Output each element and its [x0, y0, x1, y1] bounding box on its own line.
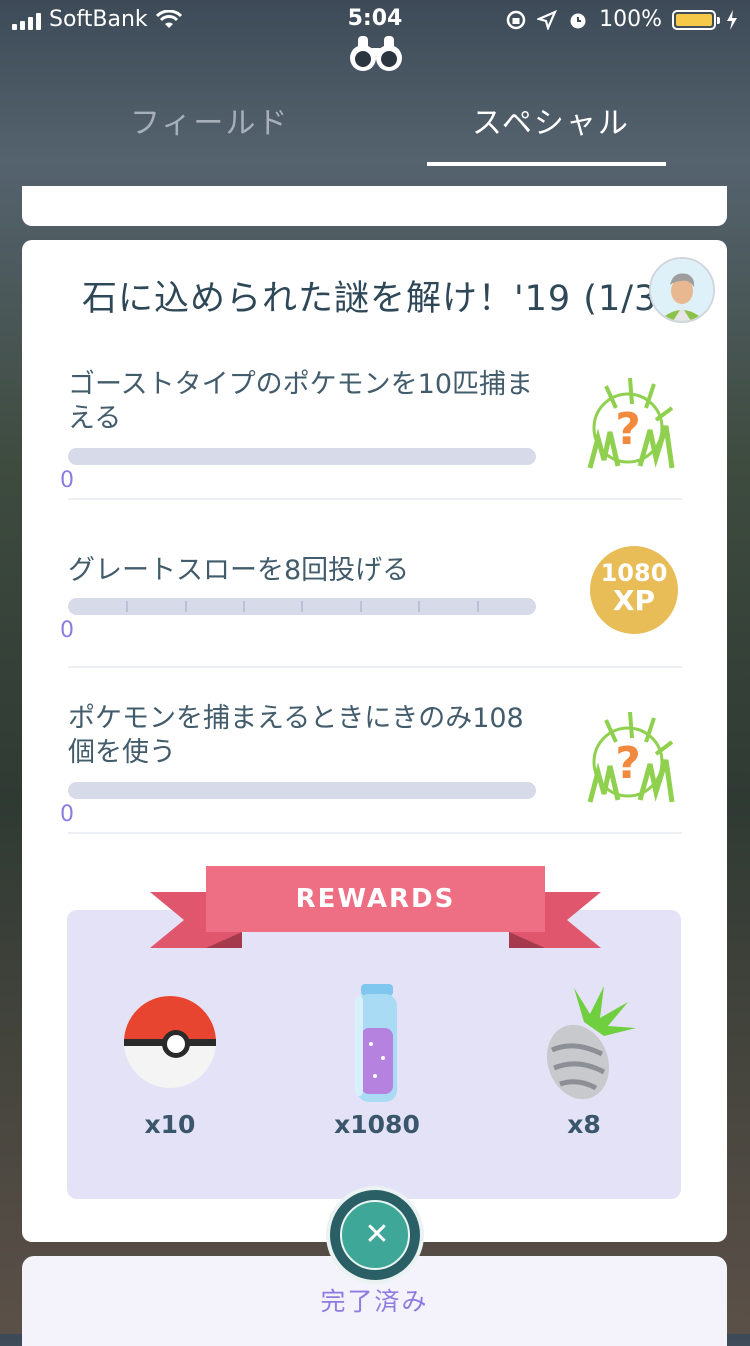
close-icon: ✕: [364, 1217, 390, 1252]
question-grass-icon: ?: [587, 377, 675, 469]
xp-amount: 1080: [600, 559, 668, 587]
reward-count: x8: [567, 1110, 601, 1139]
close-button[interactable]: ✕: [330, 1190, 420, 1280]
quest-card: 石に込められた謎を解け！'19 (1/3 ゴーストタイプのポケモンを10匹捕まえ…: [22, 240, 727, 1242]
task-text: グレートスローを8回投げる: [68, 555, 410, 586]
completed-label: 完了済み: [320, 1287, 429, 1316]
progress-bar: [68, 448, 536, 465]
alarm-icon: [570, 13, 586, 28]
task-text: ゴーストタイプのポケモンを10匹捕まえる: [68, 369, 534, 434]
active-tab-indicator: [427, 162, 666, 166]
silver-pinap-berry-icon: [546, 986, 636, 1100]
status-right: 100%: [505, 7, 738, 32]
progress-bar-segmented: [68, 598, 536, 615]
poke-ball-icon: [124, 996, 216, 1088]
quest-title: 石に込められた謎を解け！'19 (1/3: [82, 279, 658, 319]
progress-count: 0: [60, 802, 74, 827]
reward-count: x1080: [334, 1110, 420, 1139]
binoculars-icon[interactable]: [348, 30, 404, 74]
reward-item: x1080: [297, 980, 457, 1139]
tab-special[interactable]: スペシャル: [472, 98, 630, 142]
progress-count: 0: [60, 468, 74, 493]
xp-unit: XP: [612, 584, 656, 617]
reward-item: x10: [90, 980, 250, 1139]
divider: [68, 832, 682, 834]
task-item: ポケモンを捕まえるときにきのみ108個を使う 0 ?: [60, 702, 682, 834]
question-grass-icon: ?: [587, 711, 675, 803]
task-item: ゴーストタイプのポケモンを10匹捕まえる 0 ?: [60, 368, 682, 500]
tab-field[interactable]: フィールド: [130, 98, 289, 142]
task-item: グレートスローを8回投げる 0 1080 XP: [60, 540, 682, 670]
reward-item: x8: [504, 980, 664, 1139]
task-text: ポケモンを捕まえるときにきのみ108個を使う: [68, 703, 524, 768]
battery-icon: [672, 9, 720, 30]
divider: [68, 666, 682, 668]
charging-icon: [727, 9, 737, 30]
progress-count: 0: [60, 618, 74, 643]
previous-quest-card: [22, 186, 727, 226]
battery-percent: 100%: [599, 7, 662, 32]
svg-text:?: ?: [615, 738, 641, 789]
xp-reward-badge: 1080 XP: [590, 546, 678, 634]
rewards-label: REWARDS: [295, 884, 456, 914]
stardust-icon: [355, 984, 397, 1102]
divider: [68, 498, 682, 500]
location-icon: [537, 9, 558, 30]
close-button-inner: ✕: [340, 1200, 410, 1270]
progress-bar: [68, 782, 536, 799]
svg-text:?: ?: [615, 404, 641, 455]
rotation-lock-icon: [506, 10, 526, 29]
reward-count: x10: [144, 1110, 196, 1139]
professor-avatar: [649, 257, 715, 323]
